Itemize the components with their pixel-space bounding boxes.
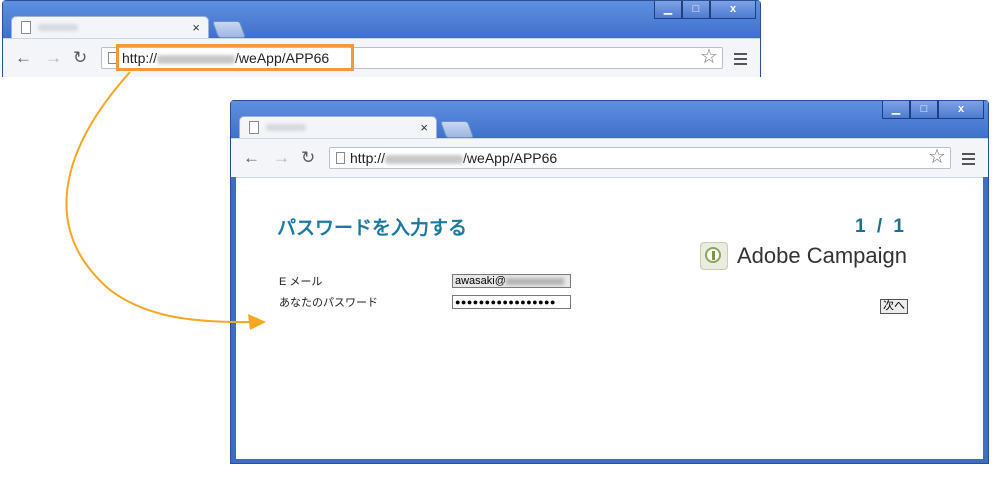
- pointer-arrow: [65, 71, 266, 330]
